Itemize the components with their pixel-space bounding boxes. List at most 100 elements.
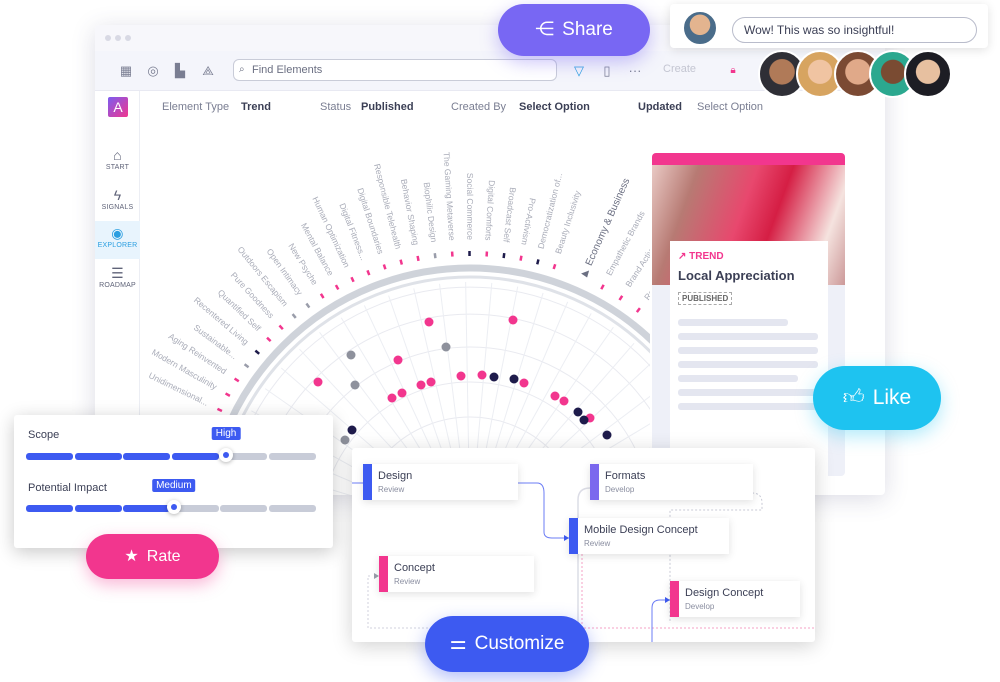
- node-stage: Review: [378, 485, 405, 494]
- customize-button[interactable]: ⚌ Customize: [425, 616, 589, 672]
- app-logo[interactable]: A: [108, 97, 128, 117]
- scope-label: Scope: [28, 429, 60, 441]
- slider-segment: [74, 453, 122, 460]
- slider-segment: [268, 505, 316, 512]
- slider-handle[interactable]: Medium: [152, 479, 196, 514]
- grid-spoke: [465, 282, 470, 473]
- radar-tick: [502, 252, 506, 259]
- chart-icon[interactable]: ▙: [172, 63, 188, 79]
- roadmap-icon: ☰: [111, 265, 124, 281]
- flow-node[interactable]: Formats Develop: [590, 464, 753, 500]
- bookmark-icon[interactable]: ▯: [599, 63, 615, 79]
- radar-tick: [382, 264, 387, 270]
- comment-input[interactable]: Wow! This was so insightful!: [732, 17, 977, 43]
- node-title: Concept: [394, 562, 435, 574]
- trend-dot: [347, 425, 357, 435]
- rate-button[interactable]: ★ Rate: [86, 534, 219, 579]
- customize-label: Customize: [474, 633, 565, 654]
- search-input[interactable]: ⌕ Find Elements: [233, 59, 557, 81]
- radar-tick: [216, 407, 223, 413]
- card-accent: [652, 153, 845, 165]
- flow-node[interactable]: Design Concept Develop: [670, 581, 800, 617]
- status-dropdown[interactable]: Published: [361, 91, 414, 123]
- updated-dropdown[interactable]: Select Option: [697, 91, 763, 123]
- thumbs-up-icon: 👍︎: [842, 386, 865, 409]
- rate-label: Rate: [146, 548, 181, 565]
- radar-tick: [433, 253, 437, 259]
- element-type-dropdown[interactable]: Trend: [241, 91, 271, 123]
- radar-tick: [254, 349, 260, 355]
- trend-dot: [579, 415, 589, 425]
- create-button[interactable]: Create: [663, 63, 696, 75]
- node-title: Design: [378, 470, 413, 482]
- category-marker-icon: [581, 270, 590, 278]
- trend-dot: [313, 377, 323, 387]
- star-icon: ★: [124, 548, 139, 565]
- trend-dot: [508, 315, 518, 325]
- radar-tick: [278, 324, 284, 331]
- trend-dot: [489, 372, 499, 382]
- status-badge: PUBLISHED: [678, 292, 733, 305]
- like-button[interactable]: 👍︎ Like: [813, 366, 941, 430]
- radar-tick: [305, 302, 311, 309]
- slider-segment: [268, 453, 316, 460]
- trend-dot: [346, 350, 356, 360]
- sidebar-item-start[interactable]: ⌂ START: [95, 143, 140, 181]
- radar-label: Re...: [642, 282, 650, 302]
- radar-label: Social Commerce: [465, 173, 475, 240]
- trend-dot: [477, 370, 487, 380]
- sidebar-item-label: ROADMAP: [99, 282, 136, 289]
- radar-tick: [618, 295, 624, 301]
- filter-label: Created By: [451, 101, 507, 113]
- share-button[interactable]: ⋲ Share: [498, 4, 650, 56]
- slider-segment: [123, 505, 170, 512]
- slider-segment: [171, 453, 219, 460]
- more-icon[interactable]: ···: [627, 63, 643, 79]
- card-body: ↗ TREND Local Appreciation PUBLISHED: [670, 241, 828, 476]
- slider-segment: [220, 505, 267, 512]
- flow-node[interactable]: Mobile Design Concept Review: [569, 518, 729, 554]
- avatar: [682, 10, 718, 46]
- potential-impact-label: Potential Impact: [28, 482, 107, 494]
- trend-dot: [397, 388, 407, 398]
- radar-tick: [291, 313, 297, 319]
- window-dot[interactable]: [115, 35, 121, 41]
- compass-icon: ◉: [111, 225, 124, 241]
- radar-icon[interactable]: ◎: [145, 63, 161, 79]
- window-dot[interactable]: [125, 35, 131, 41]
- radar-label: Broadcast Self: [501, 187, 518, 244]
- grid-icon[interactable]: ▦: [118, 63, 134, 79]
- radar-tick: [536, 259, 540, 265]
- trend-icon: ↗: [678, 251, 690, 262]
- slider-value-tooltip: High: [211, 427, 241, 440]
- network-icon[interactable]: ⟁: [200, 63, 216, 79]
- scope-slider[interactable]: High: [26, 427, 316, 462]
- sidebar-item-signals[interactable]: ϟ SIGNALS: [95, 183, 140, 221]
- trend-dot: [393, 355, 403, 365]
- sidebar-item-roadmap[interactable]: ☰ ROADMAP: [95, 261, 140, 299]
- potential-impact-slider[interactable]: Medium: [26, 479, 316, 514]
- radar-tick: [635, 307, 641, 313]
- flow-node[interactable]: Design Review: [363, 464, 518, 500]
- avatar: [904, 50, 952, 98]
- search-placeholder: Find Elements: [252, 64, 323, 76]
- flow-node[interactable]: Concept Review: [379, 556, 534, 592]
- filter-label: Updated: [638, 101, 682, 113]
- radar-label: Pro-Activism: [519, 197, 538, 246]
- trend-dot: [456, 371, 466, 381]
- radar-tick: [266, 336, 272, 343]
- radar-tick: [224, 392, 231, 397]
- lock-icon[interactable]: 🔒︎: [725, 63, 741, 79]
- slider-handle[interactable]: High: [211, 427, 241, 462]
- search-icon: ⌕: [239, 64, 245, 75]
- window-dot[interactable]: [105, 35, 111, 41]
- comment-box: Wow! This was so insightful!: [670, 4, 988, 48]
- sidebar-item-explorer[interactable]: ◉ EXPLORER: [95, 221, 140, 259]
- radar-tick: [552, 263, 557, 270]
- node-title: Formats: [605, 470, 646, 482]
- radar-label: Biophilic Design: [422, 182, 440, 244]
- filter-icon[interactable]: ▽: [571, 63, 587, 79]
- trend-dot: [424, 317, 434, 327]
- created-by-dropdown[interactable]: Select Option: [519, 91, 590, 123]
- node-title: Design Concept: [685, 587, 764, 599]
